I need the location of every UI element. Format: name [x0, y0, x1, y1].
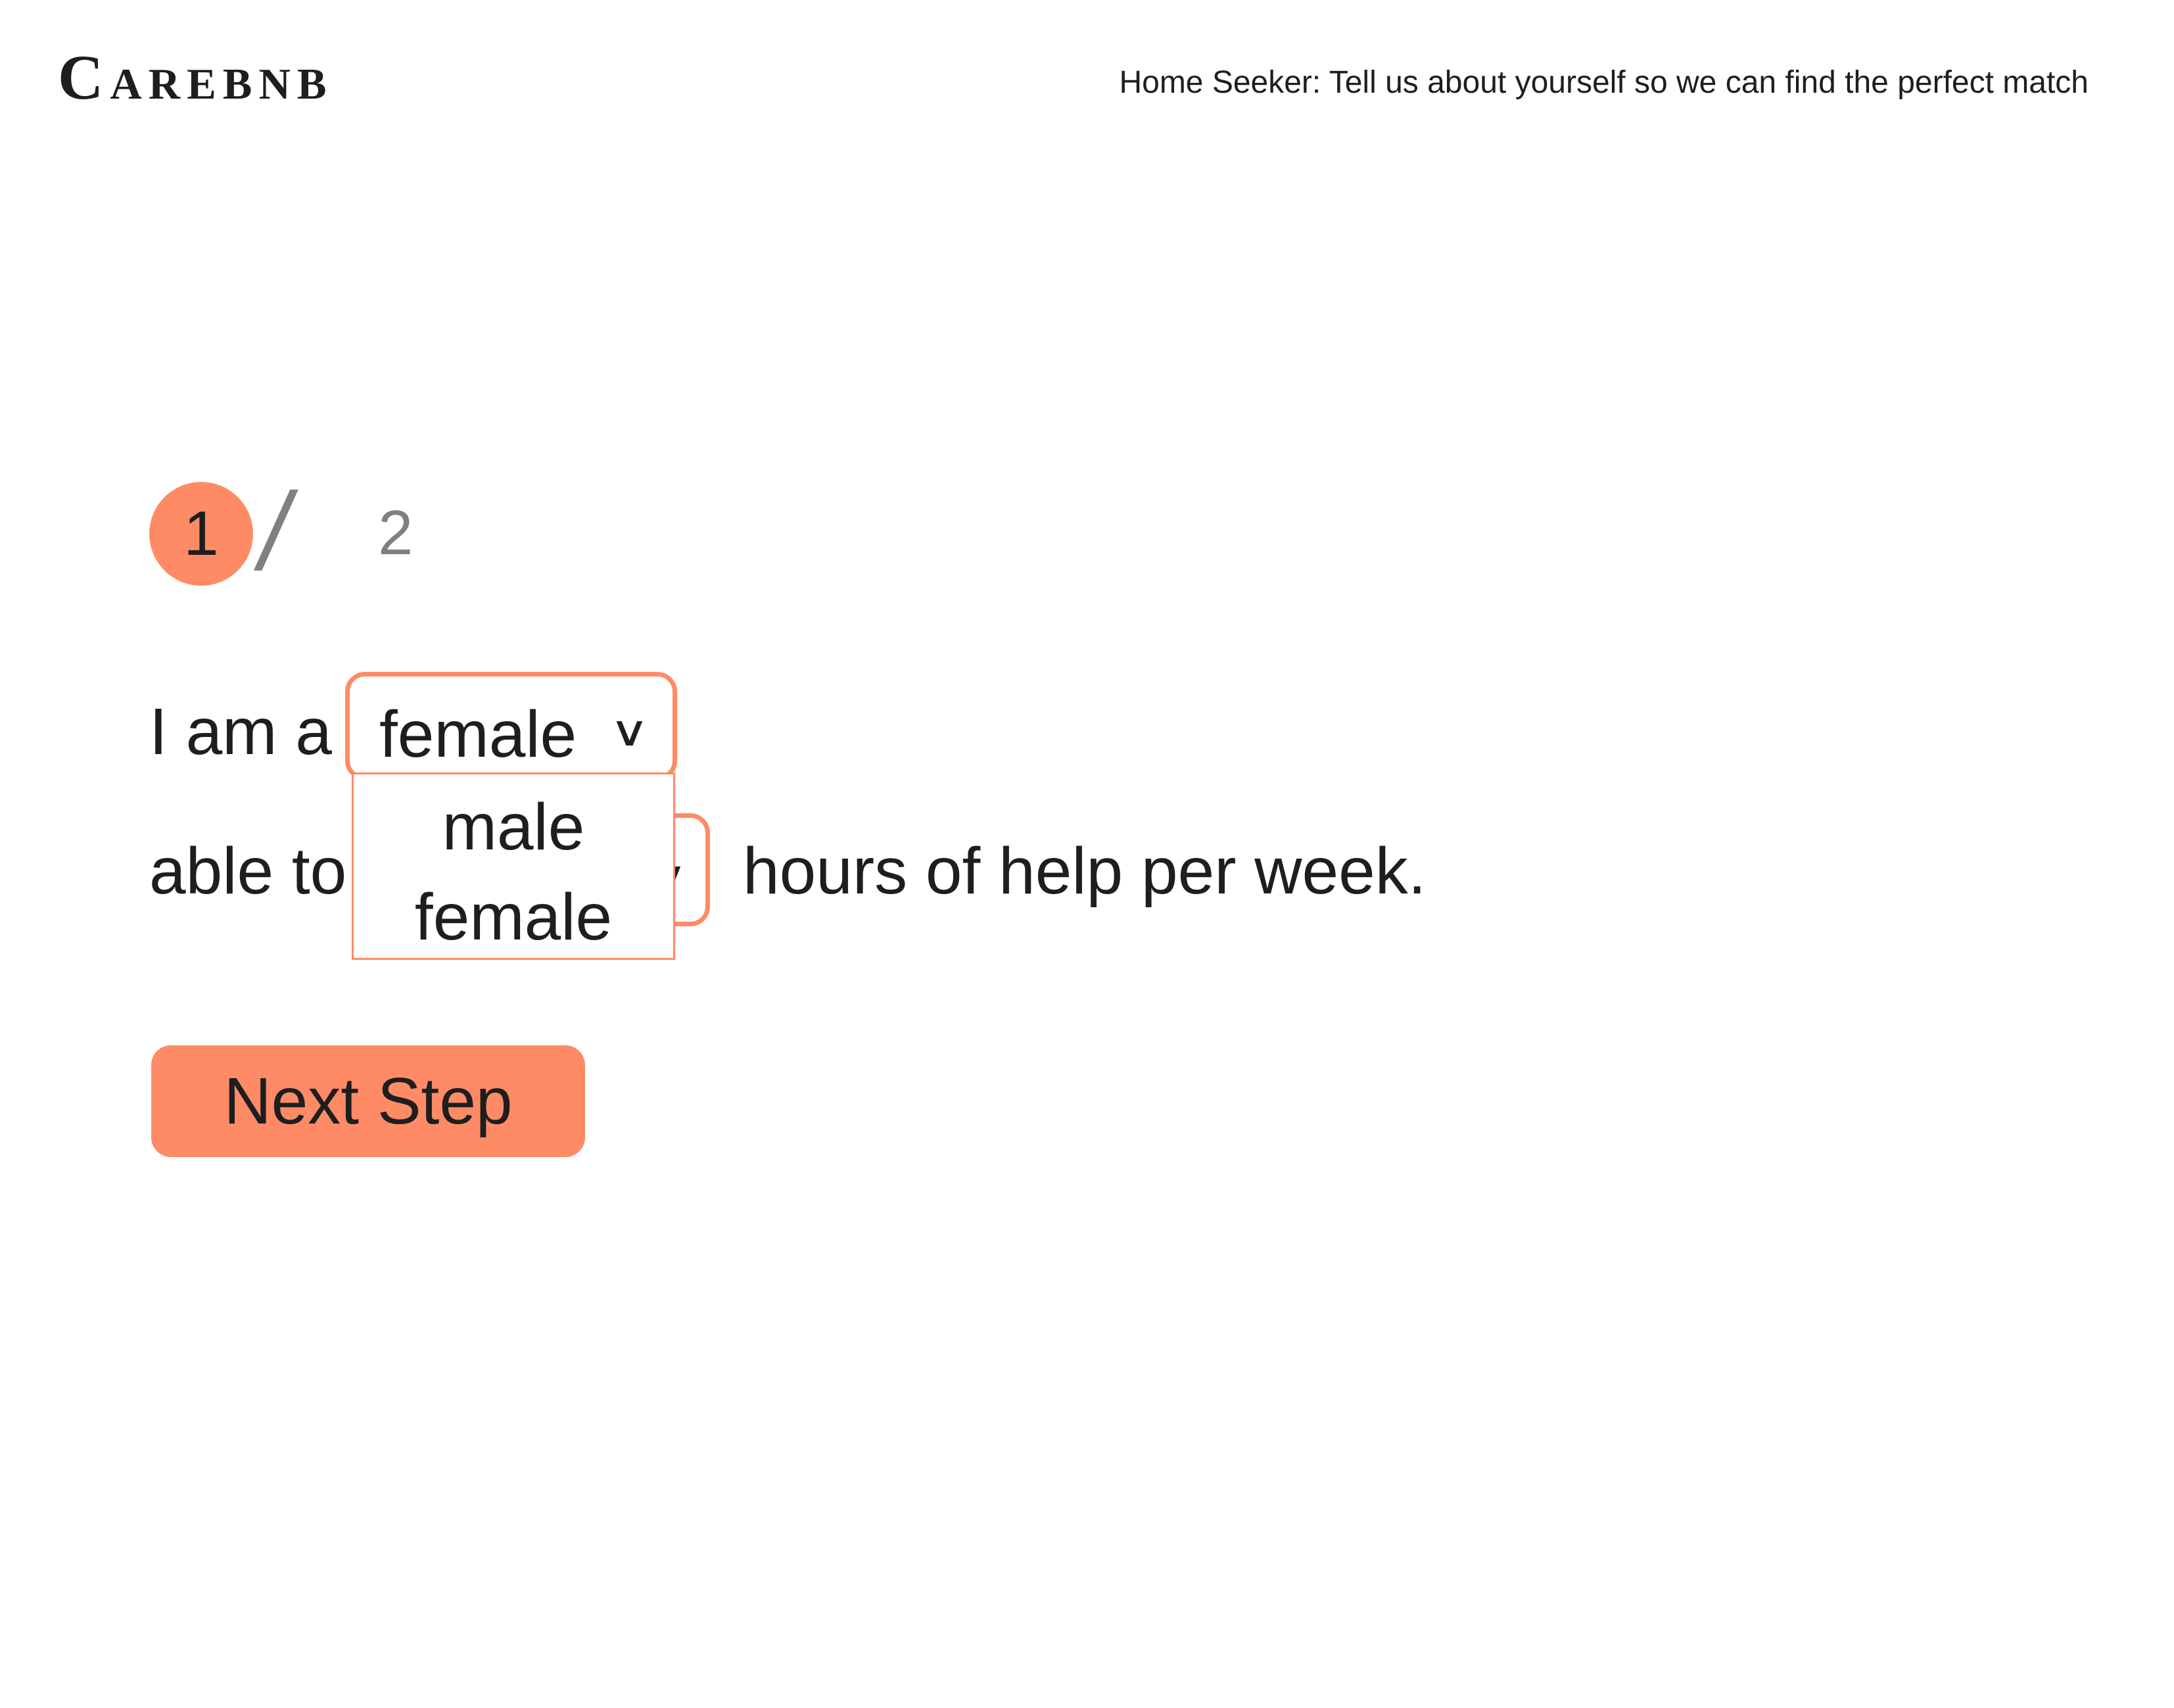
step-separator: / [251, 471, 301, 585]
hours-sentence-prefix: able to [149, 834, 347, 908]
chevron-down-icon: ∨ [609, 707, 650, 756]
gender-option-male[interactable]: male [354, 794, 673, 860]
total-steps: 2 [378, 498, 414, 568]
logo[interactable]: Carebnb [58, 46, 333, 109]
gender-sentence-prefix: I am a [149, 695, 332, 769]
gender-select-value: female [379, 698, 577, 771]
next-step-button[interactable]: Next Step [151, 1045, 585, 1157]
gender-select[interactable]: female ∨ [345, 672, 677, 780]
gender-dropdown-menu: male female [352, 772, 675, 960]
gender-option-female[interactable]: female [354, 884, 673, 950]
current-step-badge: 1 [149, 482, 253, 586]
hours-sentence-suffix: hours of help per week. [743, 834, 1427, 908]
page-tagline: Home Seeker: Tell us about yourself so w… [1119, 65, 2089, 100]
